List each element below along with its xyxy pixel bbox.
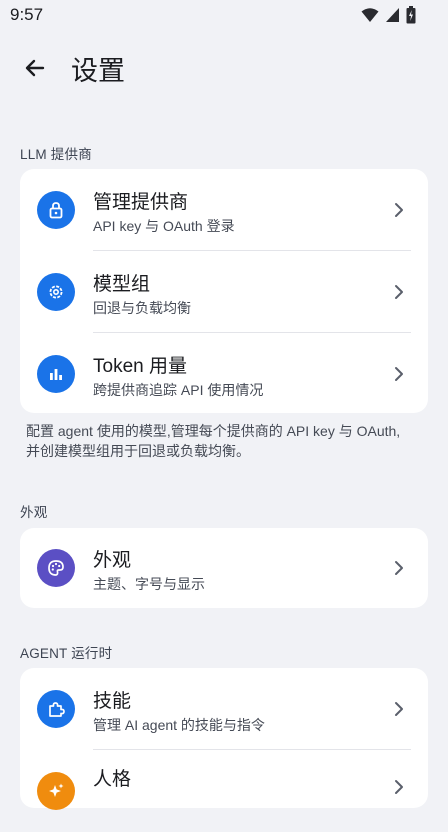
puzzle-icon — [37, 690, 75, 728]
battery-icon — [406, 6, 416, 28]
settings-item-token-usage[interactable]: Token 用量 跨提供商追踪 API 使用情况 — [20, 333, 428, 415]
item-title: 技能 — [93, 691, 132, 712]
item-title: Token 用量 — [93, 356, 187, 377]
item-subtitle: API key 与 OAuth 登录 — [93, 218, 235, 234]
settings-item-persona[interactable]: 人格 — [20, 750, 428, 832]
gear-icon — [37, 273, 75, 311]
signal-icon — [385, 7, 400, 27]
back-button[interactable] — [18, 54, 52, 86]
chevron-right-icon — [392, 200, 406, 220]
chevron-right-icon — [392, 699, 406, 719]
item-subtitle: 主题、字号与显示 — [93, 576, 205, 592]
settings-item-model-groups[interactable]: 模型组 回退与负载均衡 — [20, 251, 428, 333]
section-header-agent: AGENT 运行时 — [20, 646, 113, 661]
section-header-appearance: 外观 — [20, 505, 48, 520]
chevron-right-icon — [392, 364, 406, 384]
appearance-card: 外观 主题、字号与显示 — [20, 528, 428, 608]
section-header-llm: LLM 提供商 — [20, 147, 92, 162]
llm-card: 管理提供商 API key 与 OAuth 登录 模型组 回退与负载均衡 Tok… — [20, 169, 428, 413]
palette-icon — [37, 549, 75, 587]
arrow-back-icon — [23, 56, 47, 84]
item-title: 人格 — [93, 769, 132, 790]
page-title: 设置 — [71, 56, 125, 86]
item-title: 模型组 — [93, 274, 151, 295]
item-subtitle: 管理 AI agent 的技能与指令 — [93, 717, 265, 733]
chevron-right-icon — [392, 777, 406, 797]
item-title: 管理提供商 — [93, 192, 189, 213]
status-icons — [361, 6, 416, 28]
settings-item-providers[interactable]: 管理提供商 API key 与 OAuth 登录 — [20, 169, 428, 251]
app-bar: 设置 — [0, 44, 448, 94]
chevron-right-icon — [392, 558, 406, 578]
bar-chart-icon — [37, 355, 75, 393]
wifi-icon — [361, 7, 379, 27]
status-bar: 9:57 — [0, 0, 448, 30]
item-subtitle: 回退与负载均衡 — [93, 300, 191, 316]
section-description: 配置 agent 使用的模型,管理每个提供商的 API key 与 OAuth,… — [26, 423, 401, 459]
status-time: 9:57 — [10, 5, 44, 24]
settings-item-skills[interactable]: 技能 管理 AI agent 的技能与指令 — [20, 668, 428, 750]
lock-icon — [37, 191, 75, 229]
item-title: 外观 — [93, 550, 132, 571]
settings-item-appearance[interactable]: 外观 主题、字号与显示 — [20, 527, 428, 609]
chevron-right-icon — [392, 282, 406, 302]
item-subtitle: 跨提供商追踪 API 使用情况 — [93, 382, 264, 398]
agent-card: 技能 管理 AI agent 的技能与指令 人格 — [20, 668, 428, 810]
sparkle-icon — [37, 772, 75, 810]
